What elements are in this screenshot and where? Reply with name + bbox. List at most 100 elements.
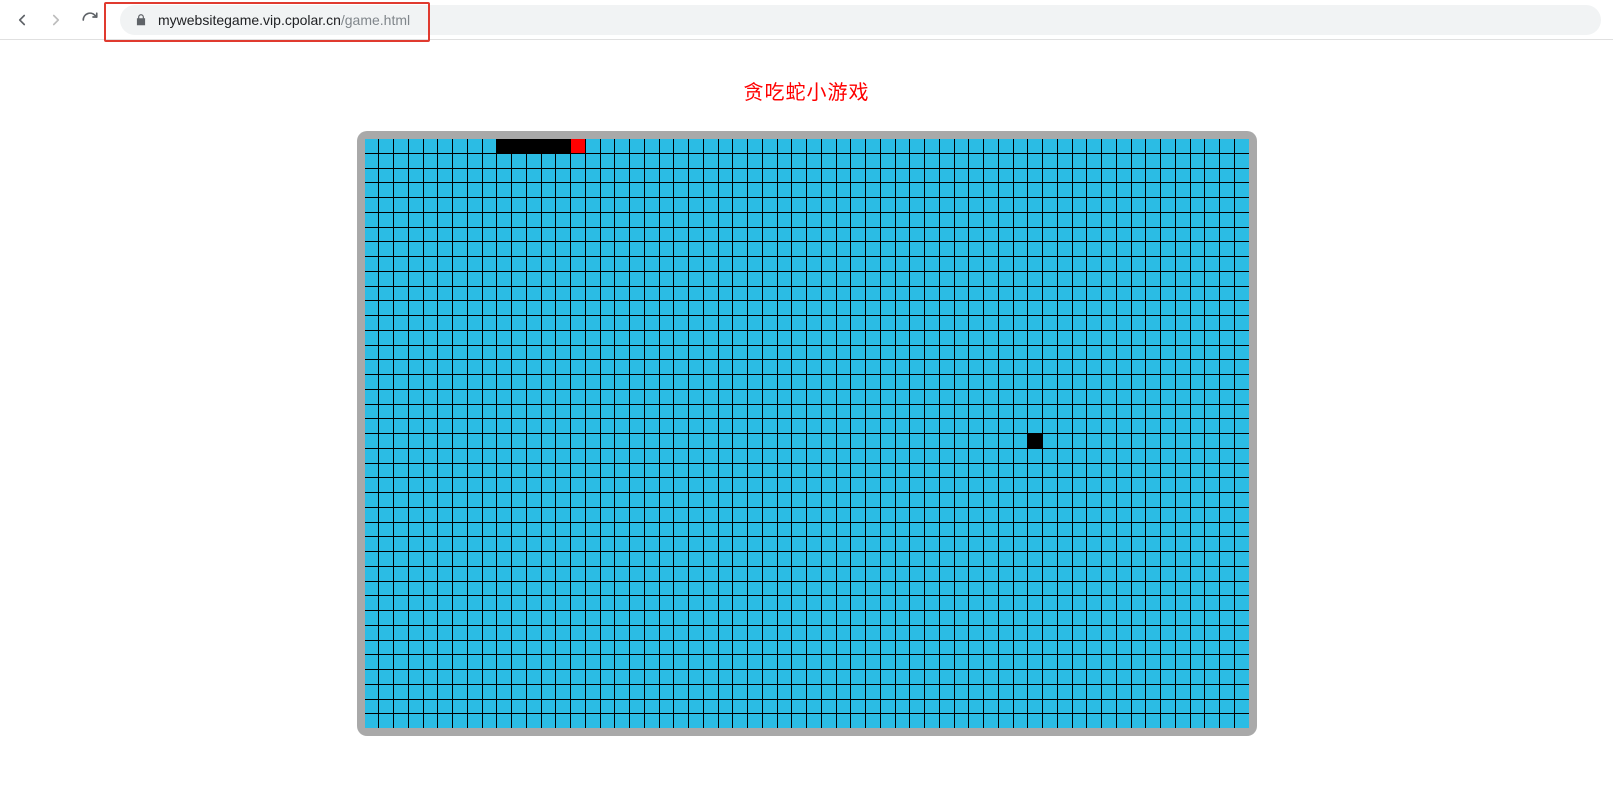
grid-cell [601,700,615,714]
grid-cell [483,582,497,596]
grid-cell [394,198,408,212]
grid-cell [365,508,379,522]
grid-cell [1117,154,1131,168]
grid-cell [497,714,511,728]
grid-cell [453,493,467,507]
grid-cell [999,346,1013,360]
grid-cell [438,596,452,610]
grid-cell [704,478,718,492]
grid-cell [394,228,408,242]
grid-cell [837,567,851,581]
grid-cell [1176,405,1190,419]
grid-cell [1073,449,1087,463]
grid-cell [497,493,511,507]
grid-cell [394,242,408,256]
grid-cell [438,685,452,699]
grid-cell [748,596,762,610]
grid-cell [822,316,836,330]
grid-cell [409,360,423,374]
grid-cell [1205,228,1219,242]
game-board[interactable] [365,139,1249,728]
grid-cell [586,183,600,197]
grid-cell [409,183,423,197]
grid-cell [1087,301,1101,315]
grid-cell [601,714,615,728]
grid-cell [1028,508,1042,522]
grid-cell [409,139,423,153]
grid-cell [1043,228,1057,242]
grid-cell [910,523,924,537]
grid-cell [394,257,408,271]
grid-cell [645,375,659,389]
grid-cell [453,626,467,640]
reload-button[interactable] [80,10,100,30]
grid-cell [984,405,998,419]
grid-cell [542,552,556,566]
grid-cell [409,346,423,360]
grid-cell [896,346,910,360]
grid-cell [527,183,541,197]
grid-cell [1058,316,1072,330]
grid-cell [1176,316,1190,330]
grid-cell [940,242,954,256]
grid-cell [719,169,733,183]
grid-cell [1205,287,1219,301]
grid-cell [969,331,983,345]
grid-cell [822,257,836,271]
grid-cell [571,552,585,566]
grid-cell [1058,405,1072,419]
grid-cell [748,242,762,256]
grid-cell [748,434,762,448]
grid-cell [365,655,379,669]
grid-cell [1235,596,1249,610]
grid-cell [1161,537,1175,551]
grid-cell [394,331,408,345]
grid-cell [984,183,998,197]
grid-cell [763,714,777,728]
grid-cell [601,331,615,345]
grid-cell [689,154,703,168]
grid-cell [733,183,747,197]
grid-cell [733,493,747,507]
grid-cell [586,405,600,419]
grid-cell [394,169,408,183]
grid-cell [940,198,954,212]
grid-cell [674,419,688,433]
grid-cell [866,213,880,227]
grid-cell [689,611,703,625]
grid-cell [1014,700,1028,714]
grid-cell [1028,169,1042,183]
forward-button[interactable] [46,10,66,30]
grid-cell [571,670,585,684]
grid-cell [468,154,482,168]
grid-cell [748,154,762,168]
grid-cell [822,449,836,463]
grid-cell [365,493,379,507]
grid-cell [468,478,482,492]
grid-cell [807,198,821,212]
grid-cell [837,228,851,242]
grid-cell [483,434,497,448]
grid-cell [438,567,452,581]
grid-cell [601,287,615,301]
grid-cell [999,537,1013,551]
grid-cell [542,493,556,507]
grid-cell [438,301,452,315]
grid-cell [851,685,865,699]
back-button[interactable] [12,10,32,30]
grid-cell [792,375,806,389]
grid-cell [778,419,792,433]
grid-cell [925,154,939,168]
grid-cell [571,478,585,492]
grid-cell [409,331,423,345]
grid-cell [409,169,423,183]
grid-cell [1087,272,1101,286]
grid-cell [969,670,983,684]
grid-cell [733,419,747,433]
grid-cell [1220,478,1234,492]
grid-cell [763,154,777,168]
grid-cell [615,139,629,153]
grid-cell [851,670,865,684]
grid-cell [497,567,511,581]
url-bar[interactable]: mywebsitegame.vip.cpolar.cn/game.html [120,5,1601,35]
